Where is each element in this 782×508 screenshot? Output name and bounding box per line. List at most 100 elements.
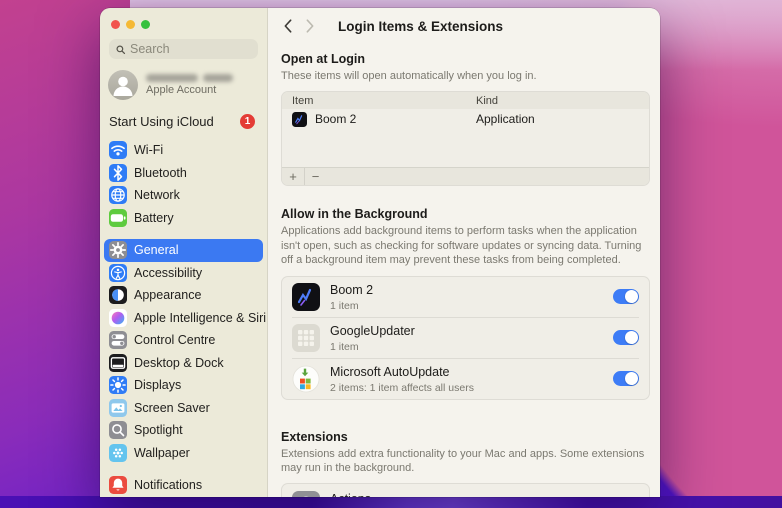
accessibility-icon (109, 263, 127, 282)
googleupdater-toggle[interactable] (613, 329, 639, 346)
sidebar-item-screen-saver[interactable]: Screen Saver (104, 397, 263, 420)
open-at-login-section: Open at Login These items will open auto… (281, 52, 650, 187)
extensions-section: Extensions Extensions add extra function… (281, 430, 650, 497)
allow-background-section: Allow in the Background Applications add… (281, 207, 650, 400)
boom2-icon (292, 282, 320, 311)
sidebar-item-label: Accessibility (134, 265, 203, 280)
section-title: Open at Login (281, 52, 366, 66)
pane-header: Login Items & Extensions (268, 8, 660, 44)
nav-group-divider (104, 229, 263, 239)
boom2-icon (292, 111, 307, 127)
globe-icon (109, 186, 127, 205)
screensaver-icon (109, 398, 127, 417)
wallpaper-bottom-band (0, 496, 782, 508)
sidebar-item-label: Wallpaper (134, 445, 190, 460)
sidebar-item-label: Control Centre (134, 333, 216, 348)
background-items-card: Boom 2 1 item GoogleUpdater 1 item Microsoft… (281, 275, 650, 400)
background-item-row: Microsoft AutoUpdate 2 items: 1 item affe… (282, 359, 649, 399)
search-placeholder: Search (130, 42, 170, 56)
controlcentre-icon (109, 331, 127, 350)
add-login-item-button[interactable]: + (282, 168, 304, 185)
background-item-row: GoogleUpdater 1 item (282, 318, 649, 358)
gear-icon (109, 241, 127, 260)
close-button[interactable] (111, 20, 120, 29)
page-title: Login Items & Extensions (338, 18, 504, 34)
extensions-card: ActionsMarkup (281, 483, 650, 497)
avatar (108, 70, 138, 100)
sun-icon (109, 376, 127, 395)
sidebar-item-label: Appearance (134, 288, 202, 303)
sidebar-item-label: Notifications (134, 478, 203, 493)
sidebar-item-label: Screen Saver (134, 400, 210, 415)
sidebar-item-control-centre[interactable]: Control Centre (104, 329, 263, 352)
open-at-login-table: Item Kind Boom 2 Application + − (281, 91, 650, 187)
table-empty-area (282, 129, 649, 167)
section-description: Extensions add extra functionality to yo… (281, 447, 645, 475)
column-item: Item (292, 94, 314, 107)
bluetooth-icon (109, 163, 127, 182)
background-item-name: GoogleUpdater (330, 324, 415, 339)
window-controls (100, 20, 267, 29)
nav-group-divider (104, 464, 263, 474)
sidebar-item-label: Apple Intelligence & Siri (134, 310, 267, 325)
account-name-redacted (146, 74, 233, 82)
sidebar-item-label: Battery (134, 210, 174, 225)
section-title: Extensions (281, 429, 348, 444)
microsoft-autoupdate-toggle[interactable] (613, 370, 639, 387)
sidebar-item-wallpaper[interactable]: Wallpaper (104, 442, 263, 465)
column-kind: Kind (476, 94, 499, 107)
msupdate-icon (292, 365, 320, 393)
wifi-icon (109, 141, 127, 160)
main-pane: Login Items & Extensions Open at Login T… (268, 8, 660, 497)
boom-2-toggle[interactable] (613, 288, 639, 305)
table-header: Item Kind (282, 92, 649, 110)
sidebar-item-network[interactable]: Network (104, 184, 263, 207)
sidebar-item-spotlight[interactable]: Spotlight (104, 419, 263, 442)
background-item-name: Microsoft AutoUpdate (330, 365, 450, 380)
search-icon (116, 44, 126, 54)
back-button[interactable] (282, 18, 294, 34)
login-item-row[interactable]: Boom 2 Application (282, 109, 649, 129)
icloud-banner[interactable]: Start Using iCloud 1 (109, 114, 255, 129)
sidebar-item-label: Network (134, 188, 180, 203)
sidebar-item-appearance[interactable]: Appearance (104, 284, 263, 307)
background-item-row: Boom 2 1 item (282, 277, 649, 317)
dock-icon (109, 353, 127, 372)
sidebar-item-label: General (134, 243, 179, 258)
extension-row: ActionsMarkup (282, 484, 649, 497)
sidebar-item-label: Desktop & Dock (134, 355, 224, 370)
pane-content: Open at Login These items will open auto… (268, 44, 660, 497)
bell-icon (109, 476, 127, 495)
sidebar-item-apple-intelligence-siri[interactable]: Apple Intelligence & Siri (104, 307, 267, 330)
background-item-detail: 1 item (330, 341, 359, 354)
sidebar-item-notifications[interactable]: Notifications (104, 474, 263, 497)
section-description: Applications add background items to per… (281, 225, 642, 267)
background-item-detail: 2 items: 1 item affects all users (330, 382, 474, 395)
sidebar-item-displays[interactable]: Displays (104, 374, 263, 397)
appearance-icon (109, 286, 127, 305)
sidebar-item-wi-fi[interactable]: Wi-Fi (104, 139, 263, 162)
system-settings-window: Search Apple Account Start Using iCloud … (100, 8, 660, 497)
forward-button[interactable] (304, 18, 316, 34)
wallpaper-icon (109, 443, 127, 462)
sidebar-nav: Wi-Fi Bluetooth Network Battery General Acces… (100, 139, 267, 497)
sidebar-item-accessibility[interactable]: Accessibility (104, 262, 263, 285)
search-input[interactable]: Search (109, 39, 258, 59)
account-type-label: Apple Account (146, 84, 217, 96)
minimize-button[interactable] (126, 20, 135, 29)
magnifier-icon (109, 421, 127, 440)
actions-icon (292, 491, 320, 497)
apple-account-row[interactable]: Apple Account (108, 70, 259, 100)
notification-badge: 1 (240, 114, 255, 129)
sidebar-item-general[interactable]: General (104, 239, 263, 262)
background-item-name: Boom 2 (330, 283, 374, 298)
section-title: Allow in the Background (281, 207, 428, 222)
remove-login-item-button[interactable]: − (304, 168, 326, 186)
sidebar-item-battery[interactable]: Battery (104, 207, 263, 230)
sidebar-item-label: Wi-Fi (134, 143, 164, 158)
sidebar-item-desktop-dock[interactable]: Desktop & Dock (104, 352, 263, 375)
table-footer: + − (282, 167, 649, 186)
sidebar-item-bluetooth[interactable]: Bluetooth (104, 162, 263, 185)
zoom-button[interactable] (141, 20, 150, 29)
section-description: These items will open automatically when… (281, 70, 537, 82)
